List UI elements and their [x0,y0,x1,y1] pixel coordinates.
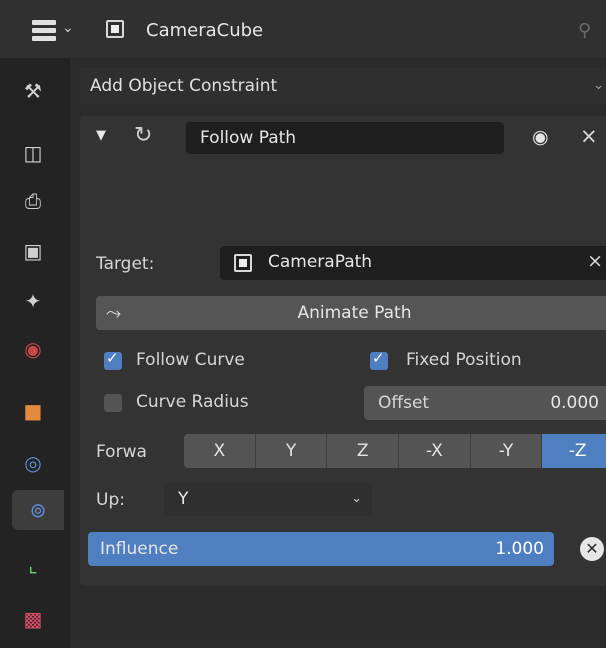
target-field[interactable]: CameraPath × [220,246,606,280]
forward-axis-neg-x[interactable]: -X [399,434,471,468]
follow-curve-checkbox[interactable] [104,349,122,370]
object-data-icon [234,254,252,272]
forward-axis-z[interactable]: Z [327,434,400,468]
influence-slider[interactable]: Influence 1.000 [88,532,554,566]
scene-icon: ✦ [24,289,42,313]
modifier-icon: ◎ [24,451,42,475]
close-icon[interactable]: × [580,124,598,148]
tab-constraints[interactable]: ⊚ [12,490,64,530]
properties-editor-icon [32,20,56,41]
constraint-box: ▼ ↻ Follow Path ◉ × Target: CameraPath ×… [80,116,606,586]
tab-render[interactable]: ◫ [18,138,48,168]
forward-axis-y[interactable]: Y [255,434,328,468]
eye-icon[interactable]: ◉ [532,126,549,148]
offset-value: 0.000 [550,393,599,413]
chevron-down-icon: ⌄ [62,20,74,36]
curve-radius-label: Curve Radius [136,392,249,412]
influence-label: Influence [100,539,179,559]
fixed-position-checkbox[interactable] [370,349,388,370]
properties-header: ⌄ CameraCube ⚲ [0,0,606,59]
add-constraint-label: Add Object Constraint [90,76,278,96]
constraint-header: ▼ ↻ Follow Path ◉ × [80,116,606,160]
chevron-down-icon: ⌄ [351,491,362,506]
target-label: Target: [96,254,155,274]
data-icon: ⌞ [28,553,38,577]
tab-tool[interactable]: ⚒ [18,76,48,106]
offset-label: Offset [378,393,430,413]
tool-icon: ⚒ [24,79,42,103]
object-name: CameraCube [146,20,264,41]
object-icon: ■ [23,399,43,423]
forward-axis-neg-z[interactable]: -Z [542,434,606,468]
follow-path-constraint-icon: ↻ [134,123,153,148]
texture-icon: ▩ [23,607,43,631]
tab-texture[interactable]: ▩ [18,604,48,634]
animate-path-button[interactable]: ⤳ Animate Path [96,296,606,330]
curve-path-icon: ⤳ [106,302,122,324]
follow-curve-label: Follow Curve [136,350,245,370]
animate-path-label: Animate Path [297,303,412,323]
render-icon: ◫ [23,141,43,165]
world-icon: ◉ [24,337,42,361]
properties-tab-bar: ⚒ ◫ ⎙ ▣ ✦ ◉ ■ ◎ ⊚ ⌞ ▩ [0,58,70,648]
forward-axis-label: Forwa [96,442,147,462]
up-axis-label: Up: [96,490,125,510]
up-axis-value: Y [178,489,189,509]
offset-field[interactable]: Offset 0.000 [364,386,606,420]
object-data-icon [106,20,124,38]
curve-radius-checkbox[interactable] [104,394,122,412]
influence-value: 1.000 [495,539,544,559]
tab-scene[interactable]: ✦ [18,286,48,316]
fixed-position-label: Fixed Position [406,350,522,370]
clear-target-icon[interactable]: × [587,250,603,272]
view-layer-icon: ▣ [23,239,43,263]
forward-axis-selector: X Y Z -X -Y -Z [184,434,606,468]
editor-type-menu[interactable]: ⌄ [28,16,82,46]
disable-keep-transform-icon[interactable]: ✕ [580,537,604,561]
output-icon: ⎙ [25,189,41,213]
chevron-down-icon: ⌄ [593,78,604,93]
constraint-name-field[interactable]: Follow Path [186,122,504,154]
properties-editor: ⌄ CameraCube ⚲ ⚒ ◫ ⎙ ▣ ✦ ◉ ■ ◎ ⊚ ⌞ ▩ Add… [0,0,606,648]
forward-axis-neg-y[interactable]: -Y [470,434,543,468]
target-value: CameraPath [268,252,373,272]
forward-axis-x[interactable]: X [184,434,256,468]
tab-data[interactable]: ⌞ [18,550,48,580]
constraints-panel: Add Object Constraint ⌄ ▼ ↻ Follow Path … [70,58,606,648]
collapse-arrow-icon[interactable]: ▼ [96,128,106,143]
tab-world[interactable]: ◉ [18,334,48,364]
up-axis-dropdown[interactable]: Y ⌄ [164,482,372,516]
tab-output[interactable]: ⎙ [18,186,48,216]
tab-modifiers[interactable]: ◎ [18,448,48,478]
pin-icon[interactable]: ⚲ [578,20,591,41]
add-object-constraint-menu[interactable]: Add Object Constraint ⌄ [80,68,606,104]
constraint-icon: ⊚ [29,498,47,522]
tab-object[interactable]: ■ [18,396,48,426]
tab-view-layer[interactable]: ▣ [18,236,48,266]
